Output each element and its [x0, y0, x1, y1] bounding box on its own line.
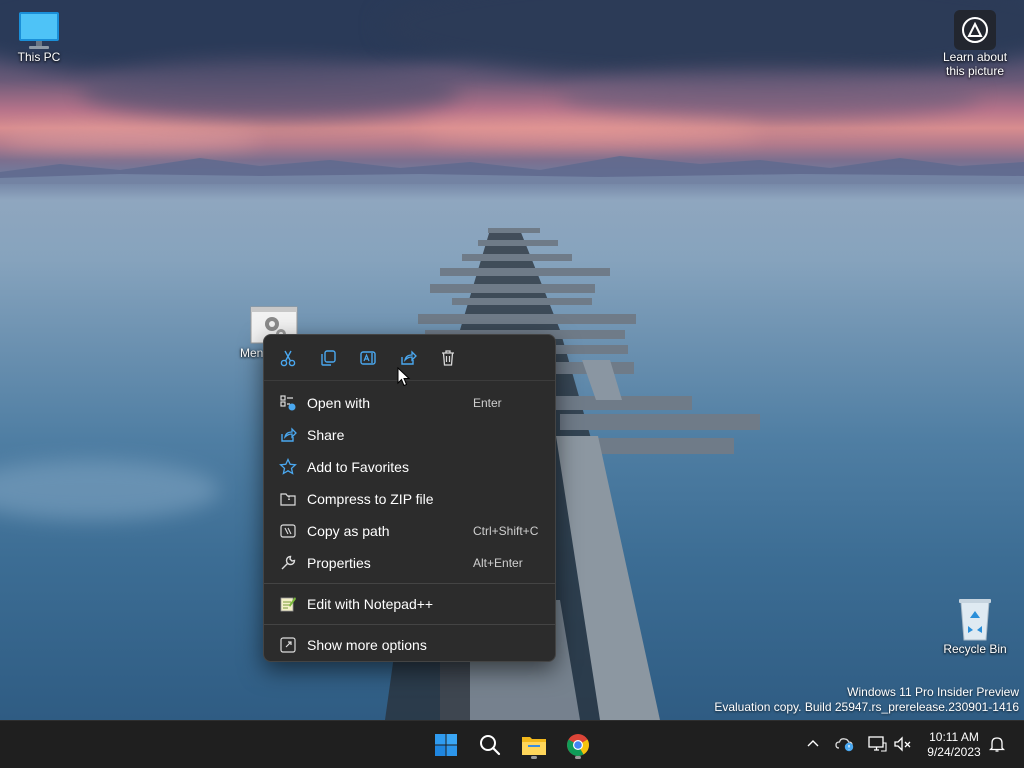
notepadpp-icon — [278, 594, 298, 614]
delete-icon — [442, 349, 454, 366]
open-with-icon — [278, 393, 298, 413]
running-indicator — [575, 756, 581, 759]
cut-button[interactable] — [276, 346, 300, 370]
learn-about-line2: this picture — [945, 64, 1005, 78]
delete-button[interactable] — [436, 346, 460, 370]
menu-item-properties[interactable]: Properties Alt+Enter — [264, 547, 555, 579]
menu-item-share[interactable]: Share — [264, 419, 555, 451]
windows-watermark: Windows 11 Pro Insider Preview Evaluatio… — [714, 685, 1019, 715]
rename-button[interactable] — [356, 346, 380, 370]
file-explorer-icon — [522, 737, 546, 755]
this-pc-desktop-icon[interactable]: This PC — [1, 10, 77, 64]
cut-icon — [280, 350, 296, 366]
file-explorer-button[interactable] — [514, 729, 554, 761]
taskbar: 10:11 AM 9/24/2023 — [0, 720, 1024, 768]
menu-item-label: Compress to ZIP file — [307, 491, 434, 507]
menu-item-add-to-favorites[interactable]: Add to Favorites — [264, 451, 555, 483]
share-icon — [401, 349, 417, 365]
menu-item-label: Edit with Notepad++ — [307, 596, 434, 612]
learn-about-tile — [954, 10, 996, 50]
notifications-button[interactable] — [986, 733, 1008, 755]
mouse-cursor-icon — [397, 367, 411, 387]
onedrive-icon — [835, 738, 854, 752]
menu-item-shortcut: Ctrl+Shift+C — [473, 524, 539, 538]
menu-item-open-with[interactable]: Open with Enter — [264, 387, 555, 419]
menu-separator — [264, 583, 555, 584]
camera-compass-icon — [962, 17, 988, 43]
menu-separator — [264, 624, 555, 625]
show-hidden-icons-button[interactable] — [802, 733, 824, 755]
menu-item-shortcut: Enter — [473, 396, 502, 410]
clock-date: 9/24/2023 — [927, 745, 981, 759]
wrench-icon — [278, 553, 298, 573]
desktop-icon-label: This PC — [17, 50, 61, 64]
system-clock[interactable]: 10:11 AM 9/24/2023 — [918, 730, 990, 760]
menu-item-show-more-options[interactable]: Show more options — [264, 629, 555, 661]
menu-item-copy-as-path[interactable]: Copy as path Ctrl+Shift+C — [264, 515, 555, 547]
volume-button[interactable] — [892, 733, 914, 755]
copy-icon — [321, 349, 336, 366]
show-more-icon — [278, 635, 298, 655]
star-icon — [278, 457, 298, 477]
monitor-icon — [19, 12, 59, 49]
recycle-bin-desktop-icon[interactable]: Recycle Bin — [937, 596, 1013, 656]
network-button[interactable] — [866, 733, 888, 755]
running-indicator — [531, 756, 537, 759]
menu-item-label: Share — [307, 427, 345, 443]
onedrive-button[interactable] — [834, 733, 856, 755]
menu-item-label: Add to Favorites — [307, 459, 409, 475]
clock-time: 10:11 AM — [929, 730, 979, 744]
menu-item-compress-zip[interactable]: Compress to ZIP file — [264, 483, 555, 515]
rename-icon — [360, 350, 376, 365]
chrome-button[interactable] — [558, 729, 598, 761]
zip-folder-icon — [278, 489, 298, 509]
menu-item-label: Copy as path — [307, 523, 390, 539]
chevron-up-icon — [807, 740, 819, 747]
volume-muted-icon — [894, 736, 911, 752]
chrome-icon — [567, 734, 589, 756]
share-button[interactable] — [396, 346, 420, 370]
copy-button[interactable] — [316, 346, 340, 370]
menu-item-label: Properties — [307, 555, 371, 571]
search-icon — [480, 735, 501, 756]
copy-path-icon — [278, 521, 298, 541]
menu-item-edit-with-notepadpp[interactable]: Edit with Notepad++ — [264, 588, 555, 620]
watermark-build: Evaluation copy. Build 25947.rs_prerelea… — [714, 700, 1019, 714]
watermark-edition: Windows 11 Pro Insider Preview — [847, 685, 1019, 699]
share-icon — [278, 425, 298, 445]
learn-about-line1: Learn about — [942, 50, 1008, 64]
desktop-icon-label: Men — [240, 346, 264, 360]
start-icon — [435, 734, 457, 756]
desktop-icon-label: Recycle Bin — [943, 642, 1007, 656]
menu-item-shortcut: Alt+Enter — [473, 556, 523, 570]
menu-item-label: Open with — [307, 395, 371, 411]
menu-item-label: Show more options — [307, 637, 427, 653]
display-icon — [868, 736, 887, 752]
bell-icon — [989, 737, 1005, 752]
learn-about-this-picture[interactable]: Learn about this picture — [937, 10, 1013, 78]
start-button[interactable] — [426, 729, 466, 761]
recycle-bin-icon — [959, 599, 991, 641]
search-button[interactable] — [470, 729, 510, 761]
